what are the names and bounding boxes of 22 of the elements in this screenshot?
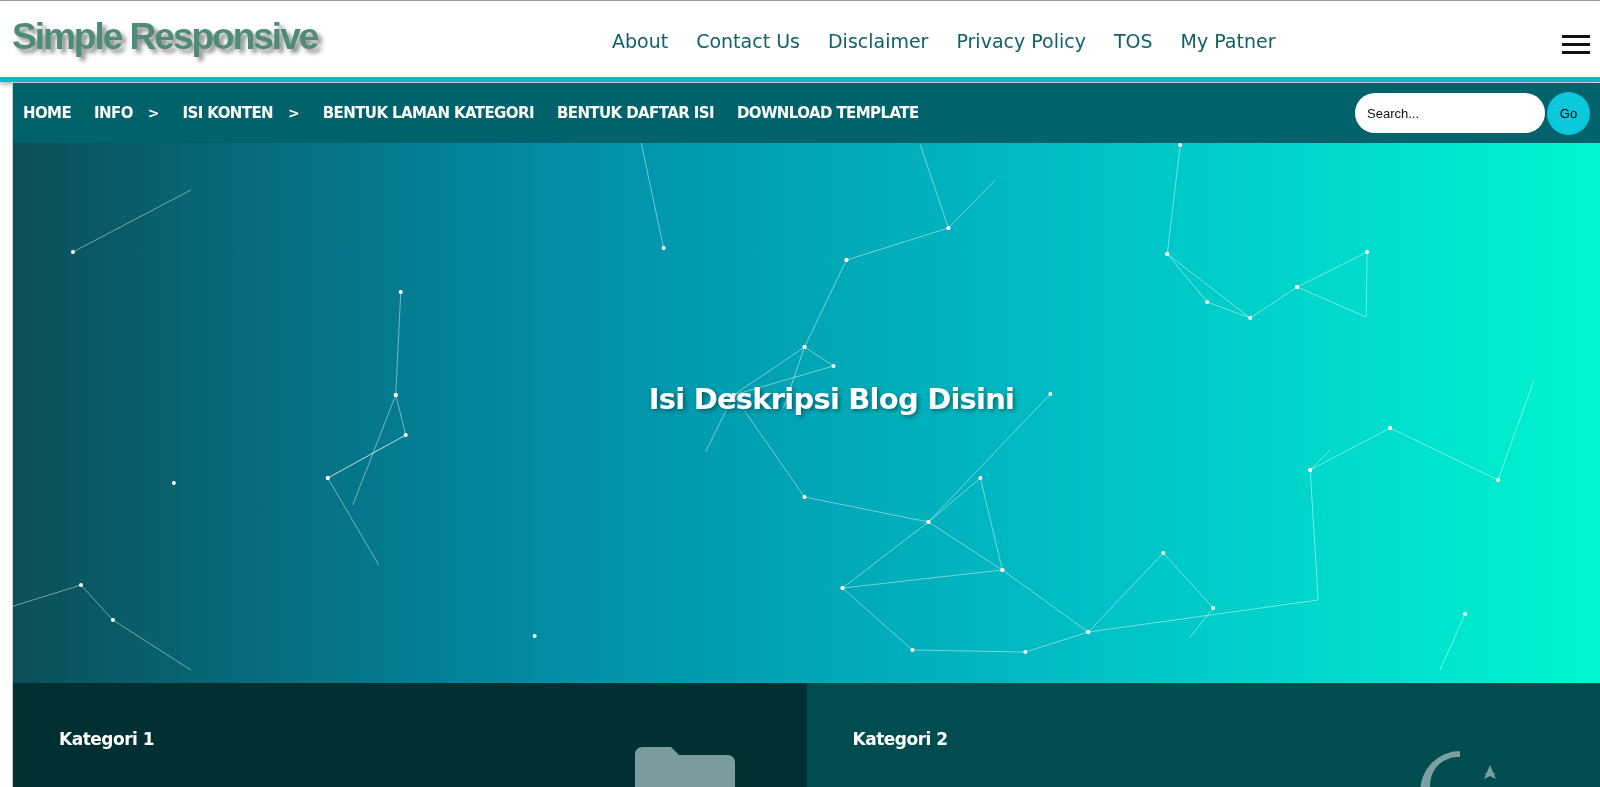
- header-link[interactable]: About: [612, 30, 669, 52]
- submenu-marker: >: [147, 105, 160, 121]
- header-link[interactable]: Disclaimer: [827, 30, 929, 52]
- submenu-marker: >: [288, 105, 300, 121]
- category-title: Kategori 1: [59, 729, 156, 749]
- site-logo[interactable]: Simple Responsive: [12, 16, 612, 58]
- blog-description: Isi Deskripsi Blog Disini: [648, 382, 1015, 416]
- header-link[interactable]: Contact Us: [696, 30, 800, 52]
- nav-link[interactable]: INFO: [94, 104, 133, 122]
- header-link[interactable]: TOS: [1113, 30, 1153, 52]
- nav-link[interactable]: BENTUK DAFTAR ISI: [556, 104, 714, 122]
- category-title: Kategori 2: [852, 729, 949, 749]
- header-link[interactable]: Privacy Policy: [956, 30, 1086, 52]
- go-button[interactable]: Go: [1547, 91, 1590, 135]
- nav-link[interactable]: HOME: [23, 104, 72, 122]
- folder-icon: [634, 747, 735, 787]
- nav-link[interactable]: ISI KONTEN: [182, 104, 274, 122]
- nav-link[interactable]: BENTUK LAMAN KATEGORI: [322, 104, 534, 122]
- header-link[interactable]: My Patner: [1180, 30, 1276, 52]
- nav-link[interactable]: DOWNLOAD TEMPLATE: [736, 104, 919, 122]
- menu-icon[interactable]: [1562, 34, 1590, 56]
- search-field[interactable]: Search...: [1355, 93, 1545, 133]
